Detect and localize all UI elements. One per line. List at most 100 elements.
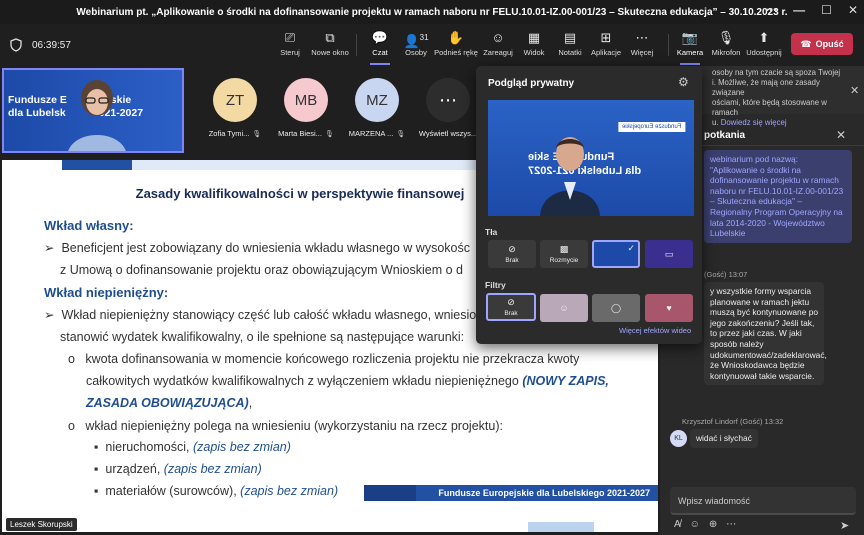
window-title: Webinarium pt. „Aplikowanie o środki na …	[76, 6, 788, 18]
participant-tile[interactable]: MB Marta Biesi... 🎙	[271, 78, 341, 138]
share-control-button[interactable]: ⎚ Steruj	[268, 30, 312, 57]
meeting-timer: 06:39:57	[32, 40, 71, 51]
own-chat-message: webinarium pod nazwą: "Aplikowanie o śro…	[704, 150, 852, 243]
new-window-icon: ⧉	[325, 30, 335, 45]
more-icon: ⋯	[426, 78, 470, 122]
chat-message: widać i słychać	[690, 429, 758, 448]
arrow-bullet-icon: ➢	[44, 308, 55, 322]
window-title-bar: Webinarium pt. „Aplikowanie o środki na …	[0, 0, 864, 24]
camera-preview: Fundusze Europejskie Fundusze E skie dla…	[488, 100, 694, 216]
people-icon: 👤31	[403, 33, 429, 49]
slide-text: stanowić wydatek kwalifikowalny, o ile s…	[60, 330, 465, 344]
slide-list-item: ▪ nieruchomości, (zapis bez zmian)	[94, 440, 291, 454]
mic-off-icon: 🎙	[252, 130, 262, 138]
circle-bullet-icon: o	[68, 419, 75, 433]
attach-icon[interactable]: ⊕	[709, 519, 717, 530]
self-video-tile[interactable]: Fundusze E lskie dla Lubelsk 021-2027	[2, 68, 184, 153]
slide-subbullet: o wkład niepieniężny polega na wniesieni…	[68, 419, 503, 433]
leave-button[interactable]: ☎ Opuść	[791, 33, 853, 55]
none-icon: ⊘	[508, 244, 516, 254]
chat-message: y wszystkie formy wsparcia planowane w r…	[704, 282, 827, 386]
message-meta: Krzysztof Lindorf (Gość) 13:32	[682, 417, 784, 426]
background-custom-tile[interactable]: ✓	[592, 240, 640, 268]
people-count-badge: 31	[419, 33, 429, 42]
people-button[interactable]: 👤31 Osoby	[394, 30, 438, 57]
gear-icon[interactable]: ⚙	[678, 75, 689, 89]
show-all-participants-button[interactable]: ⋯ Wyświetl wszys...	[413, 78, 483, 138]
new-window-button[interactable]: ⧉ Nowe okno	[308, 30, 352, 57]
speaker-name-label: Leszek Skorupski	[6, 518, 77, 531]
message-input[interactable]: Wpisz wiadomość	[670, 487, 856, 515]
close-icon[interactable]: ✕	[848, 3, 858, 17]
send-icon[interactable]: ➤	[840, 519, 849, 532]
avatar: MB	[284, 78, 328, 122]
filter-none-tile[interactable]: ⊘ Brak	[486, 293, 536, 321]
participant-tile[interactable]: MZ MARZENA ... 🎙	[342, 78, 412, 138]
share-button[interactable]: ⬆ Udostępnij	[742, 30, 786, 57]
mic-off-icon: 🎙	[324, 130, 334, 138]
circle-bullet-icon: o	[68, 352, 75, 366]
close-icon[interactable]: ✕	[850, 84, 860, 97]
slide-list-item: ▪ urządzeń, (zapis bez zmian)	[94, 462, 262, 476]
shield-icon	[10, 38, 22, 52]
more-button[interactable]: ⋯ Więcej	[620, 30, 664, 57]
more-icon[interactable]: ⋯	[765, 3, 777, 17]
slide-heading: Wkład własny:	[44, 218, 134, 233]
background-blur-tile[interactable]: ▩ Rozmycie	[540, 240, 588, 268]
close-chat-icon[interactable]: ✕	[836, 128, 846, 142]
avatar: ZT	[213, 78, 257, 122]
more-options-icon[interactable]: ⋯	[726, 519, 736, 530]
avatar: KL	[670, 430, 687, 447]
slide-text: z Umową o dofinansowanie projektu oraz o…	[60, 263, 463, 277]
self-video-person	[68, 80, 126, 151]
more-video-effects-link[interactable]: Więcej efektów wideo	[619, 326, 691, 335]
blur-icon: ▩	[559, 244, 569, 254]
slide-footer: Fundusze Europejskie dla Lubelskiego 202…	[364, 485, 658, 501]
filter-tile[interactable]: ♥	[645, 294, 693, 322]
slide-text: ZASADA OBOWIĄZUJĄCA),	[86, 396, 253, 410]
none-icon: ⊘	[507, 297, 515, 307]
preview-tag: Fundusze Europejskie	[618, 122, 686, 132]
image-bg-icon: ▭	[664, 248, 674, 259]
slide-bullet: ➢ Beneficjent jest zobowiązany do wniesi…	[44, 241, 470, 255]
slide-bottom-accent	[528, 522, 594, 532]
filter-tile[interactable]: ☺	[540, 294, 588, 322]
share-control-icon: ⎚	[284, 30, 296, 45]
slide-header-accent	[62, 160, 132, 170]
chat-title: potkania	[704, 130, 746, 141]
background-image-tile[interactable]: ▭	[645, 240, 693, 268]
arrow-bullet-icon: ➢	[44, 241, 55, 255]
mic-off-icon: 🎙	[396, 130, 406, 138]
format-icon[interactable]: A̸	[674, 519, 681, 530]
square-bullet-icon: ▪	[94, 484, 99, 498]
participant-tile[interactable]: ZT Zofia Tymi... 🎙	[200, 78, 270, 138]
filters-label: Filtry	[485, 280, 506, 290]
background-none-tile[interactable]: ⊘ Brak	[488, 240, 536, 268]
avatar: MZ	[355, 78, 399, 122]
preview-person	[540, 137, 600, 216]
slide-heading: Wkład niepieniężny:	[44, 285, 169, 300]
filter-icon: ♥	[666, 303, 672, 313]
slide-list-item: ▪ materiałów (surowców), (zapis bez zmia…	[94, 484, 339, 498]
share-icon: ⬆	[758, 30, 770, 45]
message-meta: (Gość) 13:07	[704, 270, 748, 279]
square-bullet-icon: ▪	[94, 440, 99, 454]
filter-tile[interactable]: ◯	[592, 294, 640, 322]
toolbar-separator	[356, 34, 357, 56]
maximize-icon[interactable]: ☐	[821, 3, 832, 17]
meeting-toolbar: 06:39:57 ⎚ Steruj ⧉ Nowe okno 💬 Czat 👤31 Oso…	[0, 24, 864, 66]
raise-hand-icon: ✋	[447, 30, 465, 45]
filter-icon: ◯	[610, 302, 622, 313]
emoji-icon[interactable]: ☺	[690, 519, 700, 530]
backgrounds-label: Tła	[485, 227, 498, 237]
slide-bullet: ➢ Wkład niepieniężny stanowiący część lu…	[44, 308, 477, 322]
raise-hand-button[interactable]: ✋ Podnieś rękę	[434, 30, 478, 57]
popup-title: Podgląd prywatny	[488, 78, 575, 89]
square-bullet-icon: ▪	[94, 462, 99, 476]
more-icon: ⋯	[635, 30, 649, 45]
phone-icon: ☎	[800, 38, 812, 49]
filter-icon: ☺	[559, 303, 569, 313]
slide-text: całkowitych wydatków kwalifikowalnych z …	[86, 374, 609, 388]
minimize-icon[interactable]: —	[793, 3, 805, 17]
check-icon: ✓	[627, 243, 635, 253]
